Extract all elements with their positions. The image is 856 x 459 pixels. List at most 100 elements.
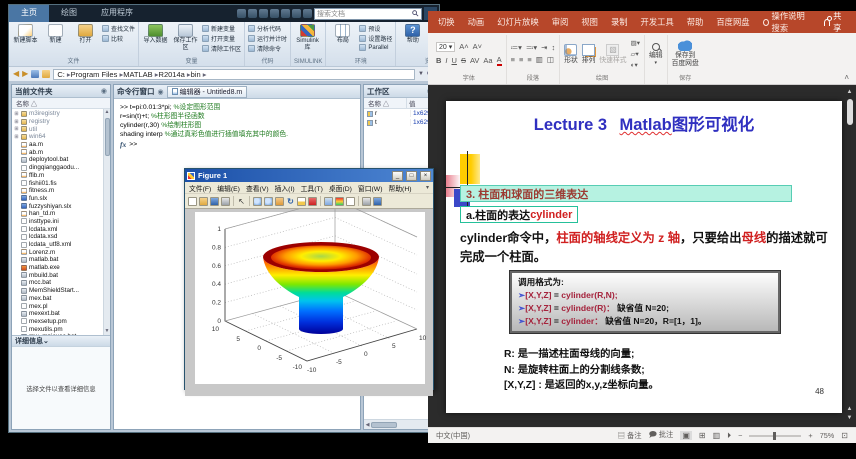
shape-outline-icon[interactable]: ▱▾: [631, 50, 640, 58]
ribbon-collapse-icon[interactable]: ˄: [841, 73, 852, 84]
maximize-button[interactable]: □: [406, 171, 417, 181]
zoom-out-icon[interactable]: [264, 197, 273, 206]
folder-expander[interactable]: ⊞: [14, 134, 19, 140]
new-variable-button[interactable]: 新建变量: [202, 24, 241, 33]
file-row[interactable]: mex.pl: [14, 302, 103, 310]
folder-expander[interactable]: ⊞: [14, 111, 19, 117]
indent-icon[interactable]: ⇥: [541, 43, 547, 52]
file-row[interactable]: mexext.bat: [14, 310, 103, 318]
strikethrough-button[interactable]: S: [461, 56, 466, 65]
scrollbar-thumb[interactable]: [105, 118, 110, 156]
parallel-button[interactable]: Parallel: [359, 44, 392, 51]
brush-icon[interactable]: [308, 197, 317, 206]
file-row[interactable]: deploytool.bat: [14, 156, 103, 164]
analyze-code-button[interactable]: 分析代码: [248, 24, 287, 33]
editing-button[interactable]: 编辑▾: [649, 43, 663, 67]
new-script-button[interactable]: 新建脚本: [12, 23, 39, 45]
align-left-icon[interactable]: ≡: [511, 55, 515, 64]
menu-overflow-icon[interactable]: ▾: [426, 184, 429, 191]
file-row[interactable]: matlab.exe: [14, 264, 103, 272]
save-figure-icon[interactable]: [210, 197, 219, 206]
figure-menu-item[interactable]: 帮助(H): [388, 183, 411, 193]
dock-figure-icon[interactable]: [373, 197, 382, 206]
shrink-font-icon[interactable]: A˅: [473, 42, 482, 51]
preferences-button[interactable]: 预设: [359, 24, 392, 33]
file-row[interactable]: mbuild.bat: [14, 271, 103, 279]
italic-button[interactable]: I: [445, 56, 447, 65]
file-row[interactable]: fishii01.fis: [14, 179, 103, 187]
normal-view-button[interactable]: ▣: [680, 431, 692, 440]
ppt-tab[interactable]: 切换: [438, 16, 455, 28]
quick-redo-icon[interactable]: [292, 9, 301, 18]
back-icon[interactable]: ◀: [13, 70, 19, 78]
slideshow-button[interactable]: ⏵: [727, 431, 731, 441]
font-size-select[interactable]: 20 ▾: [436, 42, 455, 52]
line-spacing-icon[interactable]: ↕: [551, 43, 555, 52]
zoom-in-button[interactable]: +: [808, 431, 812, 440]
workspace-column-headers[interactable]: 名称 △值: [364, 98, 436, 109]
folder-expander[interactable]: ⊞: [14, 119, 19, 125]
insert-colorbar-icon[interactable]: [335, 197, 344, 206]
workspace-row[interactable]: t 1x629: [364, 118, 436, 127]
slide-sorter-button[interactable]: ⊞: [699, 431, 706, 440]
fit-to-window-icon[interactable]: ⊡: [841, 431, 848, 440]
quick-copy-icon[interactable]: [259, 9, 268, 18]
file-row[interactable]: fuzzyshiyan.slx: [14, 202, 103, 210]
name-column-header[interactable]: 名称 △: [12, 98, 110, 109]
file-row[interactable]: MemShieldStart...: [14, 287, 103, 295]
quick-cut-icon[interactable]: [248, 9, 257, 18]
data-cursor-icon[interactable]: [297, 197, 306, 206]
new-button[interactable]: 新建: [42, 23, 69, 45]
language-indicator[interactable]: 中文(中国): [436, 431, 470, 441]
font-color-icon[interactable]: A: [497, 55, 502, 66]
columns-icon[interactable]: ▥: [536, 55, 543, 64]
text-direction-icon[interactable]: ◫: [547, 55, 554, 64]
file-row[interactable]: mexsetup.pm: [14, 318, 103, 326]
zoom-out-button[interactable]: −: [738, 431, 742, 440]
bullets-icon[interactable]: ≔▾: [511, 43, 522, 52]
ppt-tab[interactable]: 录制: [611, 16, 628, 28]
open-file-icon[interactable]: [199, 197, 208, 206]
quick-styles-button[interactable]: ▧快速样式: [599, 44, 626, 64]
quick-paste-icon[interactable]: [270, 9, 279, 18]
bold-button[interactable]: B: [436, 56, 441, 65]
share-button[interactable]: 共享: [824, 10, 846, 34]
figure-menu-item[interactable]: 查看(V): [246, 183, 269, 193]
next-slide-button[interactable]: ▼: [845, 414, 854, 423]
reading-view-button[interactable]: ▥: [713, 431, 721, 440]
ppt-tab[interactable]: 动画: [468, 16, 485, 28]
figure-menu-item[interactable]: 工具(T): [301, 183, 323, 193]
browse-folder-icon[interactable]: [42, 70, 50, 78]
search-docs-input[interactable]: 搜索文档: [314, 8, 422, 20]
slide-scrollbar[interactable]: ▲ ▲ ▼: [845, 89, 854, 423]
breadcrumb-segment[interactable]: bin: [191, 70, 207, 79]
open-variable-button[interactable]: 打开变量: [202, 34, 241, 43]
ppt-tab[interactable]: 视图: [581, 16, 598, 28]
close-button[interactable]: ×: [420, 171, 431, 181]
command-prompt[interactable]: >>: [129, 140, 137, 149]
slide[interactable]: Lecture 3 Matlab图形可视化 3. 柱面和球面的三维表达 a.柱面…: [446, 101, 842, 413]
ppt-tab[interactable]: 帮助: [687, 16, 704, 28]
file-row[interactable]: fitness.m: [14, 187, 103, 195]
zoom-slider-thumb[interactable]: [773, 432, 776, 440]
shapes-button[interactable]: 形状: [564, 44, 578, 64]
minimize-button[interactable]: _: [392, 171, 403, 181]
figure-title-bar[interactable]: Figure 1 _ □ ×: [185, 169, 433, 182]
find-files-button[interactable]: 查找文件: [102, 24, 135, 33]
panel-menu-icon[interactable]: ◉: [158, 88, 164, 96]
quick-help-icon[interactable]: [303, 9, 312, 18]
ppt-tab[interactable]: 审阅: [552, 16, 569, 28]
figure-menu-item[interactable]: 窗口(W): [358, 183, 383, 193]
clear-workspace-button[interactable]: 清除工作区: [202, 44, 241, 53]
file-row[interactable]: lcdata.xml: [14, 225, 103, 233]
breadcrumb-segment[interactable]: R2014a: [159, 70, 191, 79]
quick-save-icon[interactable]: [237, 9, 246, 18]
tab-plots[interactable]: 绘图: [49, 5, 89, 22]
panel-menu-icon[interactable]: ◉: [101, 87, 107, 95]
details-collapse-icon[interactable]: ⌄: [43, 337, 49, 345]
breadcrumb[interactable]: C:Program FilesMATLABR2014abin: [53, 69, 415, 80]
quick-undo-icon[interactable]: [281, 9, 290, 18]
change-case-icon[interactable]: Aa: [483, 56, 492, 65]
figure-canvas[interactable]: 1 0.8 0.6 0.4 0.2 0 10 5 0 -5 -10 -1: [185, 209, 433, 396]
save-workspace-button[interactable]: 保存工作区: [172, 23, 199, 52]
